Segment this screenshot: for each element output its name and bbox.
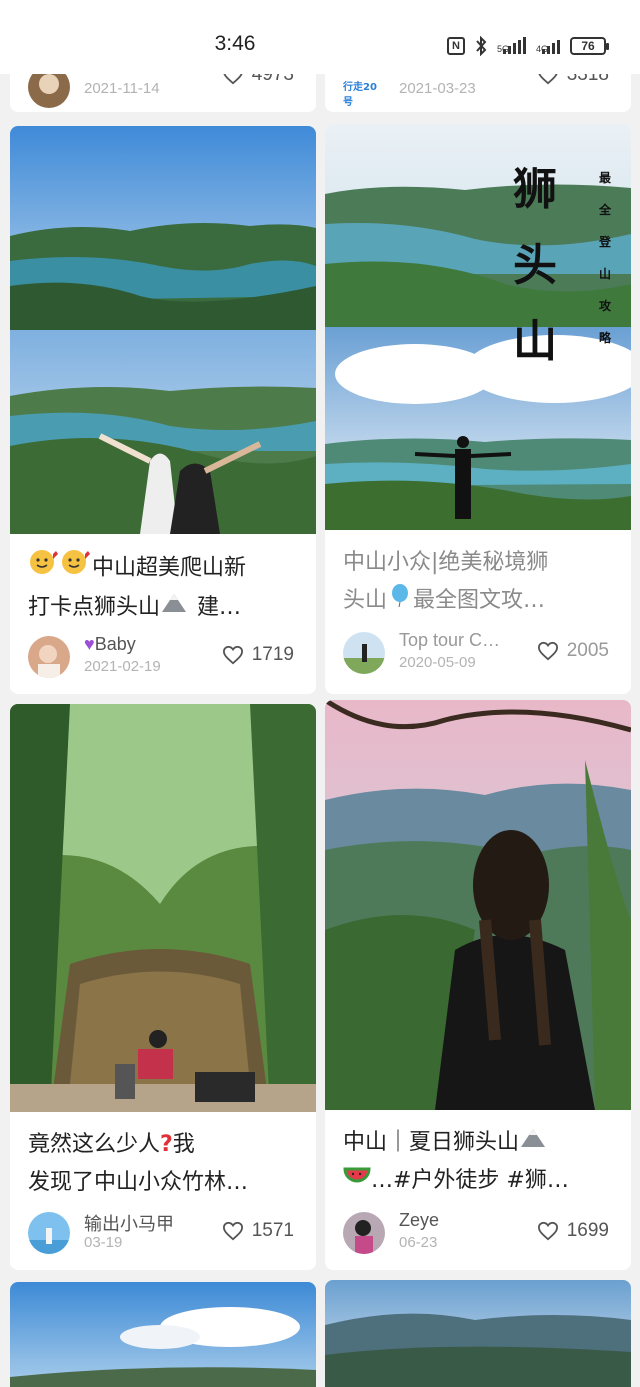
nfc-icon: N (446, 37, 465, 55)
cover-image[interactable] (10, 704, 316, 1112)
clock: 3:46 (214, 32, 256, 55)
author-name[interactable]: ♥Baby (84, 634, 136, 655)
like-count: 1571 (251, 1220, 294, 1241)
cover-title-char: 山 (513, 316, 557, 367)
mountain-icon (519, 1124, 549, 1162)
status-icons: N 5G 4G 76 (446, 36, 609, 56)
cover-subtitle-char: 山 (599, 267, 612, 281)
feed-card-partial-3[interactable] (10, 1282, 316, 1387)
avatar[interactable] (28, 1212, 70, 1254)
feed-card[interactable]: 狮 头 山 最 全 登 山 攻 略 中山小众|绝美秘境狮 头山 最全图文攻… To… (325, 124, 631, 694)
cover-subtitle-char: 攻 (599, 299, 612, 313)
post-title: 中山｜夏日狮头山 …#户外徒步 #狮… (343, 1124, 617, 1200)
feed-card[interactable]: 中山｜夏日狮头山 …#户外徒步 #狮… Zeye 06-23 1699 (325, 700, 631, 1270)
cover-subtitle-char: 全 (599, 203, 612, 217)
cover-image[interactable]: 狮 头 山 最 全 登 山 攻 略 (325, 124, 631, 530)
smiling-hearts-icon (28, 548, 60, 589)
cover-image[interactable] (10, 126, 316, 534)
purple-heart-icon: ♥ (84, 634, 95, 654)
bluetooth-icon (476, 36, 487, 56)
signal-5g: 5G (497, 37, 526, 54)
cover-image[interactable] (10, 1282, 316, 1387)
balloon-icon (387, 582, 413, 620)
avatar[interactable] (28, 636, 70, 678)
heart-icon (537, 1221, 558, 1241)
like-count: 2005 (566, 640, 609, 661)
avatar[interactable] (343, 632, 385, 674)
feed-card-partial-4[interactable] (325, 1280, 631, 1387)
question-mark-icon: ? (160, 1132, 173, 1157)
like-button[interactable]: 1719 (222, 644, 294, 666)
cover-image[interactable] (325, 700, 631, 1110)
cover-title-char: 头 (513, 240, 557, 291)
signal-4g: 4G (536, 38, 560, 54)
post-date: 2021-02-19 (84, 658, 161, 675)
cover-image[interactable] (325, 1280, 631, 1387)
feed-card[interactable]: 中山超美爬山新 打卡点狮头山 建… ♥Baby 2021-02-19 1719 (10, 126, 316, 694)
post-date: 06-23 (399, 1234, 438, 1251)
status-bar: 3:46 N 5G 4G 76 (0, 0, 640, 74)
post-date: 03-19 (84, 1234, 123, 1251)
battery-icon: 76 (570, 37, 609, 55)
like-button[interactable]: 1699 (537, 1220, 609, 1242)
like-button[interactable]: 1571 (222, 1220, 294, 1242)
smiling-hearts-icon (60, 548, 92, 589)
like-count: 1699 (566, 1220, 609, 1241)
cover-subtitle-char: 登 (599, 235, 612, 249)
post-title: 中山超美爬山新 打卡点狮头山 建… (28, 548, 302, 627)
heart-icon (537, 641, 558, 661)
heart-icon (222, 1221, 243, 1241)
watermelon-icon (343, 1162, 371, 1200)
cover-subtitle-char: 最 (599, 171, 612, 185)
post-date: 2021-03-23 (399, 80, 476, 97)
avatar-logo-text: 行走20号 (343, 82, 377, 108)
post-date: 2020-05-09 (399, 654, 476, 671)
avatar[interactable] (343, 1212, 385, 1254)
post-date: 2021-11-14 (84, 80, 160, 97)
heart-icon (222, 645, 243, 665)
post-title: 竟然这么少人?我 发现了中山小众竹林… (28, 1126, 302, 1202)
like-button[interactable]: 2005 (537, 640, 609, 662)
mountain-icon (160, 589, 190, 627)
author-name[interactable]: Top tour C… (399, 630, 500, 651)
like-count: 1719 (251, 644, 294, 665)
author-name[interactable]: Zeye (399, 1210, 439, 1231)
author-name[interactable]: 输出小马甲 (84, 1210, 174, 1236)
post-title: 中山小众|绝美秘境狮 头山 最全图文攻… (343, 544, 617, 620)
cover-subtitle-char: 略 (599, 331, 612, 345)
feed-card[interactable]: 竟然这么少人?我 发现了中山小众竹林… 输出小马甲 03-19 1571 (10, 704, 316, 1270)
cover-title-char: 狮 (513, 164, 557, 215)
